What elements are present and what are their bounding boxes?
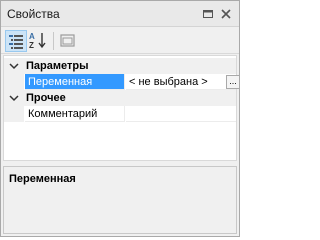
toolbar: A Z bbox=[1, 28, 239, 54]
property-row[interactable]: Переменная < не выбрана > ... bbox=[4, 74, 240, 90]
browse-button[interactable]: ... bbox=[226, 75, 240, 89]
collapse-chevron-icon[interactable] bbox=[9, 93, 19, 103]
property-name-comment[interactable]: Комментарий bbox=[25, 106, 125, 122]
description-pane: Переменная bbox=[3, 166, 237, 234]
property-row[interactable]: Комментарий bbox=[4, 106, 236, 122]
description-title: Переменная bbox=[9, 173, 76, 185]
dock-icon[interactable] bbox=[201, 7, 215, 21]
collapse-chevron-icon[interactable] bbox=[9, 61, 19, 71]
property-value-variable[interactable]: < не выбрана > bbox=[126, 74, 236, 90]
toolbar-separator bbox=[53, 32, 54, 50]
category-misc[interactable]: Прочее bbox=[4, 90, 236, 106]
panel-title: Свойства bbox=[7, 7, 60, 21]
sort-az-icon[interactable]: A Z bbox=[28, 30, 50, 52]
property-value-comment[interactable] bbox=[126, 106, 236, 122]
svg-text:Z: Z bbox=[29, 41, 34, 50]
category-parameters[interactable]: Параметры bbox=[4, 58, 236, 74]
property-name-variable[interactable]: Переменная bbox=[25, 74, 125, 90]
property-grid: Параметры Переменная < не выбрана > ... … bbox=[3, 55, 240, 161]
close-icon[interactable] bbox=[219, 7, 233, 21]
category-label: Прочее bbox=[26, 92, 66, 104]
svg-text:A: A bbox=[29, 32, 35, 41]
category-label: Параметры bbox=[26, 60, 89, 72]
row-gutter bbox=[4, 106, 24, 122]
properties-panel: Свойства A Z Параметры Переменная < не в… bbox=[0, 0, 240, 237]
panel-titlebar: Свойства bbox=[1, 1, 239, 27]
row-gutter bbox=[4, 74, 24, 90]
property-pages-icon[interactable] bbox=[57, 30, 79, 52]
categorized-icon[interactable] bbox=[5, 30, 27, 52]
